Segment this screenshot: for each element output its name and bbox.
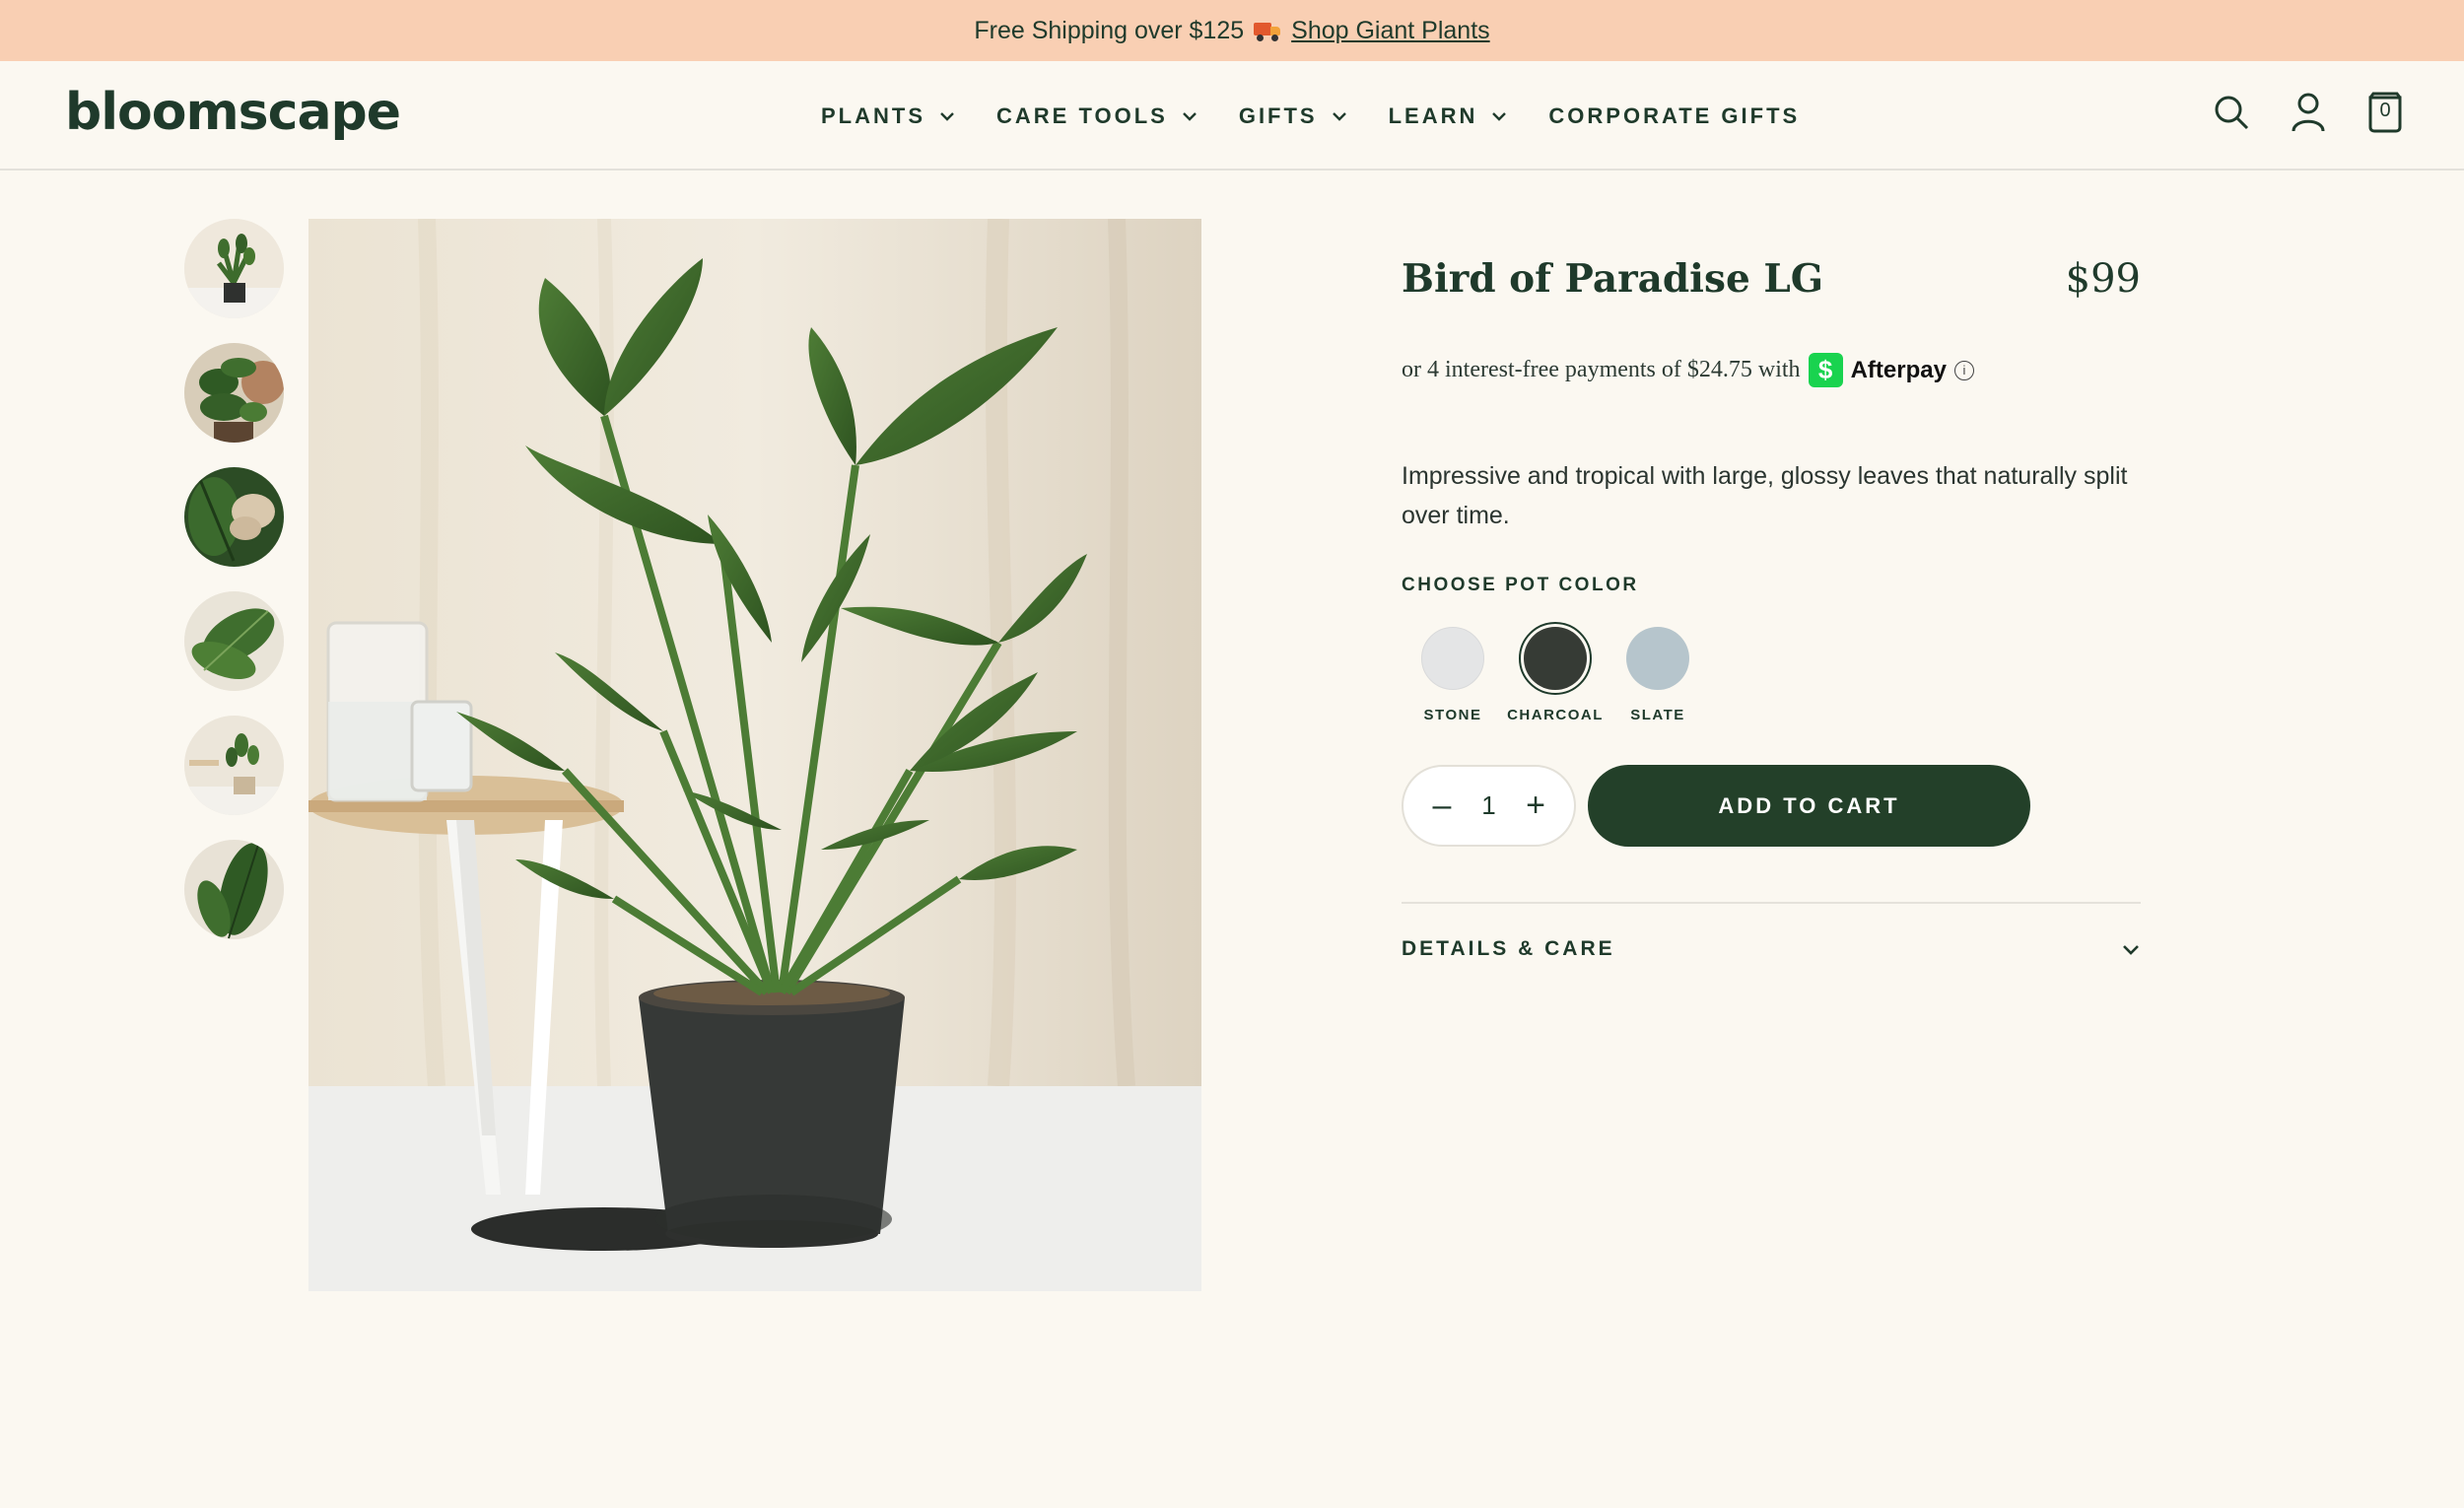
swatch-label: STONE: [1423, 707, 1482, 723]
nav-label: CARE TOOLS: [996, 103, 1168, 128]
swatch-slate[interactable]: SLATE: [1607, 622, 1709, 723]
divider: [1402, 902, 2141, 904]
chevron-down-icon: [1182, 111, 1197, 121]
thumbnail-6[interactable]: [184, 840, 284, 939]
account-icon[interactable]: [2289, 91, 2328, 134]
header-actions: 0: [2212, 91, 2405, 134]
product-image: [308, 219, 1201, 1291]
swatch-ring-selected: [1519, 622, 1592, 695]
afterpay-row: or 4 interest-free payments of $24.75 wi…: [1402, 353, 2141, 387]
quantity-increase-button[interactable]: +: [1521, 787, 1550, 825]
quantity-value[interactable]: 1: [1481, 790, 1495, 821]
title-row: Bird of Paradise LG $99: [1402, 256, 2141, 302]
product-description: Impressive and tropical with large, glos…: [1402, 462, 2128, 529]
info-icon[interactable]: i: [1953, 360, 1974, 380]
afterpay-brand: Afterpay: [1850, 356, 1947, 383]
afterpay-logo-icon: $: [1808, 353, 1843, 387]
promo-text: Free Shipping over $125: [974, 16, 1245, 44]
cart-count: 0: [2379, 100, 2391, 121]
nav-label: LEARN: [1388, 103, 1478, 128]
nav-label: CORPORATE GIFTS: [1548, 103, 1801, 128]
chevron-down-icon: [1332, 111, 1346, 121]
product-price: $99: [2065, 256, 2141, 302]
main-nav: PLANTS CARE TOOLS GIFTS LEARN CORPORATE …: [821, 61, 1800, 171]
swatch-label: CHARCOAL: [1507, 707, 1604, 723]
nav-corporate-gifts[interactable]: CORPORATE GIFTS: [1548, 103, 1800, 129]
cart-icon[interactable]: 0: [2365, 91, 2405, 134]
nav-label: PLANTS: [821, 103, 925, 128]
thumbnail-3[interactable]: [184, 467, 284, 567]
product-info-panel: Bird of Paradise LG $99 or 4 interest-fr…: [1402, 256, 2141, 961]
quantity-stepper: – 1 +: [1402, 765, 1576, 847]
pot-color-swatches: STONE CHARCOAL SLATE: [1402, 622, 2141, 723]
swatch-dot: [1421, 627, 1484, 690]
swatch-dot: [1626, 627, 1689, 690]
buy-row: – 1 + ADD TO CART: [1402, 765, 2141, 847]
promo-bar: Free Shipping over $125 Shop Giant Plant…: [0, 0, 2464, 61]
thumbnail-1[interactable]: [184, 219, 284, 318]
details-care-label: DETAILS & CARE: [1402, 937, 1615, 960]
quantity-decrease-button[interactable]: –: [1427, 787, 1457, 825]
pot-color-label: CHOOSE POT COLOR: [1402, 575, 1639, 595]
chevron-down-icon: [1492, 111, 1507, 121]
shop-giant-plants-link[interactable]: Shop Giant Plants: [1291, 17, 1490, 45]
nav-care-tools[interactable]: CARE TOOLS: [996, 103, 1198, 129]
truck-icon: [1254, 21, 1281, 41]
thumbnail-4[interactable]: [184, 591, 284, 691]
search-icon[interactable]: [2212, 91, 2251, 134]
nav-learn[interactable]: LEARN: [1389, 103, 1508, 129]
swatch-dot: [1524, 627, 1587, 690]
swatch-charcoal[interactable]: CHARCOAL: [1504, 622, 1607, 723]
chevron-down-icon: [940, 111, 954, 121]
nav-label: GIFTS: [1238, 103, 1318, 128]
afterpay-text: or 4 interest-free payments of $24.75 wi…: [1402, 357, 1801, 382]
swatch-label: SLATE: [1630, 707, 1685, 723]
chevron-down-icon: [2123, 945, 2139, 955]
nav-plants[interactable]: PLANTS: [821, 103, 955, 129]
swatch-ring: [1621, 622, 1694, 695]
add-to-cart-button[interactable]: ADD TO CART: [1588, 765, 2030, 847]
site-header: bloomscape PLANTS CARE TOOLS GIFTS LEARN…: [0, 61, 2464, 171]
nav-gifts[interactable]: GIFTS: [1239, 103, 1347, 129]
thumbnail-list: [184, 219, 284, 939]
thumbnail-5[interactable]: [184, 716, 284, 815]
swatch-ring: [1416, 622, 1489, 695]
logo[interactable]: bloomscape: [65, 83, 401, 142]
thumbnail-2[interactable]: [184, 343, 284, 443]
swatch-stone[interactable]: STONE: [1402, 622, 1504, 723]
details-care-accordion[interactable]: DETAILS & CARE: [1402, 937, 2141, 961]
product-title: Bird of Paradise LG: [1402, 256, 1824, 302]
